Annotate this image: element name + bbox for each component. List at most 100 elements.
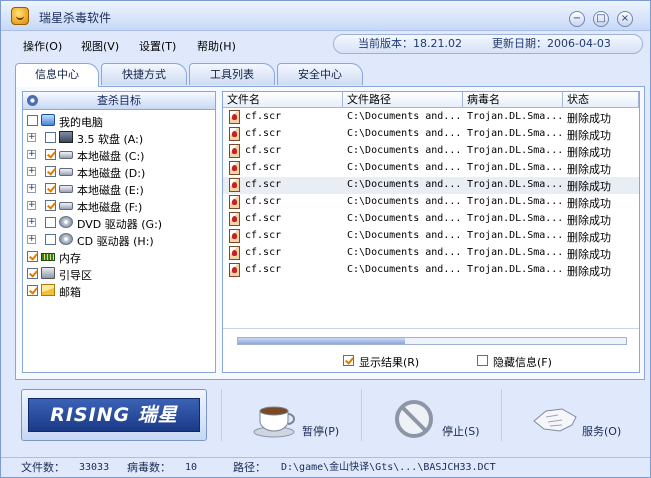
filename-cell: cf.scr xyxy=(245,145,282,156)
virusname-cell: Trojan.DL.Sma... xyxy=(467,179,564,190)
expand-toggle-icon[interactable]: + xyxy=(27,201,36,210)
menu-help[interactable]: 帮助(H) xyxy=(197,38,236,54)
title-bar[interactable]: 瑞星杀毒软件 − □ × xyxy=(1,1,650,31)
tree-item[interactable]: + 本地磁盘 (D:) xyxy=(23,163,215,180)
scan-progress-bar xyxy=(237,337,627,345)
tree-item-checkbox[interactable] xyxy=(45,149,56,160)
expand-toggle-icon[interactable]: + xyxy=(27,167,36,176)
tree-item[interactable]: 邮箱 xyxy=(23,282,215,299)
virus-count-label: 病毒数： xyxy=(127,461,171,474)
tree-item[interactable]: + DVD 驱动器 (G:) xyxy=(23,214,215,231)
filepath-cell: C:\Documents and... xyxy=(347,162,462,173)
close-button[interactable]: × xyxy=(617,11,633,27)
tree-item-label: 本地磁盘 (E:) xyxy=(77,184,144,197)
pause-label: 暂停(P) xyxy=(302,425,340,438)
tree-item-checkbox[interactable] xyxy=(45,217,56,228)
show-results-checkbox[interactable] xyxy=(343,355,354,366)
virus-count-value: 10 xyxy=(185,462,198,473)
minimize-button[interactable]: − xyxy=(569,11,585,27)
stop-label: 停止(S) xyxy=(442,425,480,438)
service-label: 服务(O) xyxy=(582,425,622,438)
table-row[interactable]: cf.scr C:\Documents and... Trojan.DL.Sma..… xyxy=(223,228,639,245)
table-row[interactable]: cf.scr C:\Documents and... Trojan.DL.Sma..… xyxy=(223,262,639,279)
tree-item[interactable]: + 本地磁盘 (F:) xyxy=(23,197,215,214)
tree-item[interactable]: + CD 驱动器 (H:) xyxy=(23,231,215,248)
menu-settings[interactable]: 设置(T) xyxy=(139,38,176,54)
tree-item-checkbox[interactable] xyxy=(45,183,56,194)
tree-item-label: 3.5 软盘 (A:) xyxy=(77,133,144,146)
table-row[interactable]: cf.scr C:\Documents and... Trojan.DL.Sma..… xyxy=(223,245,639,262)
tree-item-checkbox[interactable] xyxy=(45,132,56,143)
harddisk-icon xyxy=(59,202,73,210)
table-row[interactable]: cf.scr C:\Documents and... Trojan.DL.Sma..… xyxy=(223,143,639,160)
tree-item-checkbox[interactable] xyxy=(27,268,38,279)
table-row[interactable]: cf.scr C:\Documents and... Trojan.DL.Sma..… xyxy=(223,126,639,143)
status-cell: 删除成功 xyxy=(567,163,611,176)
col-filename[interactable]: 文件名 xyxy=(223,92,343,108)
menu-view[interactable]: 视图(V) xyxy=(81,38,119,54)
tree-item-label: 我的电脑 xyxy=(59,116,103,129)
menu-operate[interactable]: 操作(O) xyxy=(23,38,62,54)
stop-button[interactable]: 停止(S) xyxy=(361,389,497,441)
expand-toggle-icon[interactable]: + xyxy=(27,218,36,227)
table-row[interactable]: cf.scr C:\Documents and... Trojan.DL.Sma..… xyxy=(223,160,639,177)
expand-toggle-icon[interactable]: + xyxy=(27,133,36,142)
tab-security-center[interactable]: 安全中心 xyxy=(277,63,363,85)
restore-button[interactable]: □ xyxy=(593,11,609,27)
tab-info-center[interactable]: 信息中心 xyxy=(15,63,99,87)
app-window: 瑞星杀毒软件 − □ × 操作(O) 视图(V) 设置(T) 帮助(H) 当前版… xyxy=(0,0,651,478)
expand-toggle-icon[interactable]: + xyxy=(27,150,36,159)
hide-info-checkbox[interactable] xyxy=(477,355,488,366)
tree-item-label: 本地磁盘 (F:) xyxy=(77,201,143,214)
table-header: 文件名 文件路径 病毒名 状态 xyxy=(223,92,639,108)
virusname-cell: Trojan.DL.Sma... xyxy=(467,213,564,224)
pause-button[interactable]: 暂停(P) xyxy=(221,389,357,441)
col-virusname[interactable]: 病毒名 xyxy=(463,92,563,108)
tree-item-checkbox[interactable] xyxy=(27,115,38,126)
harddisk-icon xyxy=(59,151,73,159)
virusname-cell: Trojan.DL.Sma... xyxy=(467,128,564,139)
infected-file-icon xyxy=(229,110,240,124)
tree-item[interactable]: 我的电脑 xyxy=(23,112,215,129)
virusname-cell: Trojan.DL.Sma... xyxy=(467,111,564,122)
tab-shortcuts[interactable]: 快捷方式 xyxy=(101,63,187,85)
status-cell: 删除成功 xyxy=(567,197,611,210)
tree-item-label: 内存 xyxy=(59,252,81,265)
expand-toggle-icon[interactable]: + xyxy=(27,184,36,193)
tree-item[interactable]: 内存 xyxy=(23,248,215,265)
table-row[interactable]: cf.scr C:\Documents and... Trojan.DL.Sma..… xyxy=(223,194,639,211)
service-button[interactable]: 服务(O) xyxy=(501,389,637,441)
scan-target-header[interactable]: 查杀目标 xyxy=(23,92,215,110)
tree-item-checkbox[interactable] xyxy=(27,285,38,296)
current-path: D:\game\金山快译\Gts\...\BASJCH33.DCT xyxy=(281,462,496,473)
computer-icon xyxy=(41,114,55,126)
table-row[interactable]: cf.scr C:\Documents and... Trojan.DL.Sma..… xyxy=(223,211,639,228)
table-row[interactable]: cf.scr C:\Documents and... Trojan.DL.Sma..… xyxy=(223,109,639,126)
tree-item-checkbox[interactable] xyxy=(45,234,56,245)
status-cell: 删除成功 xyxy=(567,129,611,142)
rising-lion-icon xyxy=(11,7,29,25)
result-pane: 文件名 文件路径 病毒名 状态 cf.scr C:\Documents and..… xyxy=(222,91,640,373)
tab-tool-list[interactable]: 工具列表 xyxy=(189,63,275,85)
rising-logo: RISING 瑞星 xyxy=(21,389,207,441)
tree-item-checkbox[interactable] xyxy=(45,200,56,211)
stop-icon xyxy=(395,400,433,438)
col-filepath[interactable]: 文件路径 xyxy=(343,92,463,108)
tree-item[interactable]: +3.5 软盘 (A:) xyxy=(23,129,215,146)
tree-item[interactable]: + 本地磁盘 (E:) xyxy=(23,180,215,197)
tree-item-checkbox[interactable] xyxy=(45,166,56,177)
action-bar: RISING 瑞星 暂停(P) 停止(S) 服务(O) xyxy=(15,385,645,449)
virusname-cell: Trojan.DL.Sma... xyxy=(467,230,564,241)
filepath-cell: C:\Documents and... xyxy=(347,111,462,122)
tree-item[interactable]: + 本地磁盘 (C:) xyxy=(23,146,215,163)
table-row[interactable]: cf.scr C:\Documents and... Trojan.DL.Sma..… xyxy=(223,177,639,194)
tree-item-checkbox[interactable] xyxy=(27,251,38,262)
files-count-value: 33033 xyxy=(79,462,110,473)
col-status[interactable]: 状态 xyxy=(563,92,639,108)
virusname-cell: Trojan.DL.Sma... xyxy=(467,247,564,258)
scan-target-title: 查杀目标 xyxy=(97,94,141,107)
expand-toggle-icon[interactable]: + xyxy=(27,235,36,244)
coffee-cup-icon xyxy=(253,406,295,438)
tree-item[interactable]: 引导区 xyxy=(23,265,215,282)
status-cell: 删除成功 xyxy=(567,231,611,244)
